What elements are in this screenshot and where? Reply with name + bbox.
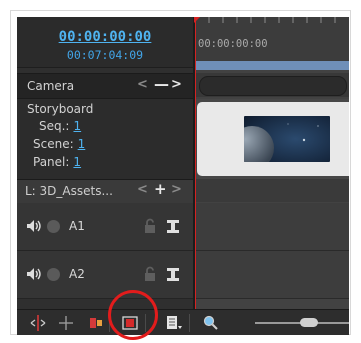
zoom-slider-handle[interactable] [300, 318, 318, 327]
panel-track[interactable] [195, 99, 349, 179]
mute-toggle-icon[interactable] [47, 220, 60, 233]
track-name: A2 [69, 267, 85, 281]
camera-next-button[interactable]: > [171, 77, 182, 92]
audio-track-lane[interactable] [195, 251, 349, 299]
highlight-circle [108, 290, 158, 340]
layer-add-button[interactable]: + [154, 180, 167, 198]
ruler-timecode: 00:00:00:00 [198, 38, 268, 50]
lock-icon[interactable] [143, 266, 157, 282]
seq-link[interactable]: 1 [73, 119, 81, 133]
audio-track-header[interactable]: A1 [17, 203, 193, 251]
track-enable-icon[interactable] [166, 266, 180, 282]
camera-mark-icon[interactable] [87, 314, 105, 332]
camera-clip[interactable] [199, 76, 347, 96]
scene-label: Scene: [33, 137, 74, 151]
layer-label: L: 3D_Assets... [25, 184, 113, 198]
layer-next-button[interactable]: > [171, 182, 182, 197]
total-duration: 00:07:04:09 [66, 48, 144, 62]
zoom-icon[interactable] [202, 314, 220, 332]
toolbar-separator [189, 314, 190, 332]
timeline-panel: 00:00:00:00 00:07:04:09 Camera < — > Sto… [17, 17, 349, 335]
panel-link[interactable]: 1 [73, 155, 81, 169]
timeline-area[interactable]: 00:00:00:00 [194, 17, 349, 309]
scene-bar[interactable] [195, 61, 349, 70]
playhead[interactable] [194, 17, 200, 309]
camera-track[interactable] [195, 73, 349, 97]
scene-link[interactable]: 1 [78, 137, 86, 151]
speaker-icon[interactable] [26, 267, 42, 281]
panel-thumbnail [244, 116, 330, 162]
split-clip-icon[interactable] [29, 314, 47, 332]
seq-row: Seq.: 1 [39, 119, 81, 133]
menu-list-icon[interactable] [165, 314, 183, 332]
track-headers: 00:00:00:00 00:07:04:09 Camera < — > Sto… [17, 17, 193, 309]
storyboard-info: Storyboard Seq.: 1 Scene: 1 Panel: 1 [17, 99, 193, 179]
layer-track-header[interactable]: L: 3D_Assets... < + > [17, 179, 193, 204]
scene-row: Scene: 1 [33, 137, 85, 151]
ruler-ticks [208, 17, 336, 23]
timecode-display: 00:00:00:00 00:07:04:09 [17, 17, 193, 68]
speaker-icon[interactable] [26, 219, 42, 233]
time-ruler[interactable]: 00:00:00:00 [195, 17, 349, 61]
panel-clip[interactable] [197, 102, 349, 176]
bottom-toolbar [17, 309, 349, 335]
add-keyframe-icon[interactable] [57, 314, 75, 332]
camera-add-button[interactable]: — [154, 75, 169, 93]
track-name: A1 [69, 219, 85, 233]
audio-track-header[interactable]: A2 [17, 251, 193, 299]
storyboard-title: Storyboard [27, 102, 94, 116]
playhead-handle[interactable] [194, 17, 200, 23]
track-enable-icon[interactable] [166, 218, 180, 234]
layer-track[interactable] [195, 179, 349, 202]
audio-track-lane[interactable] [195, 203, 349, 251]
panel-row: Panel: 1 [33, 155, 81, 169]
layer-prev-button[interactable]: < [137, 182, 148, 197]
camera-label: Camera [27, 79, 75, 93]
camera-prev-button[interactable]: < [137, 77, 148, 92]
panel-label: Panel: [33, 155, 70, 169]
current-timecode[interactable]: 00:00:00:00 [17, 29, 193, 45]
camera-track-header[interactable]: Camera < — > [17, 73, 193, 99]
seq-label: Seq.: [39, 119, 70, 133]
mute-toggle-icon[interactable] [47, 268, 60, 281]
lock-icon[interactable] [143, 218, 157, 234]
